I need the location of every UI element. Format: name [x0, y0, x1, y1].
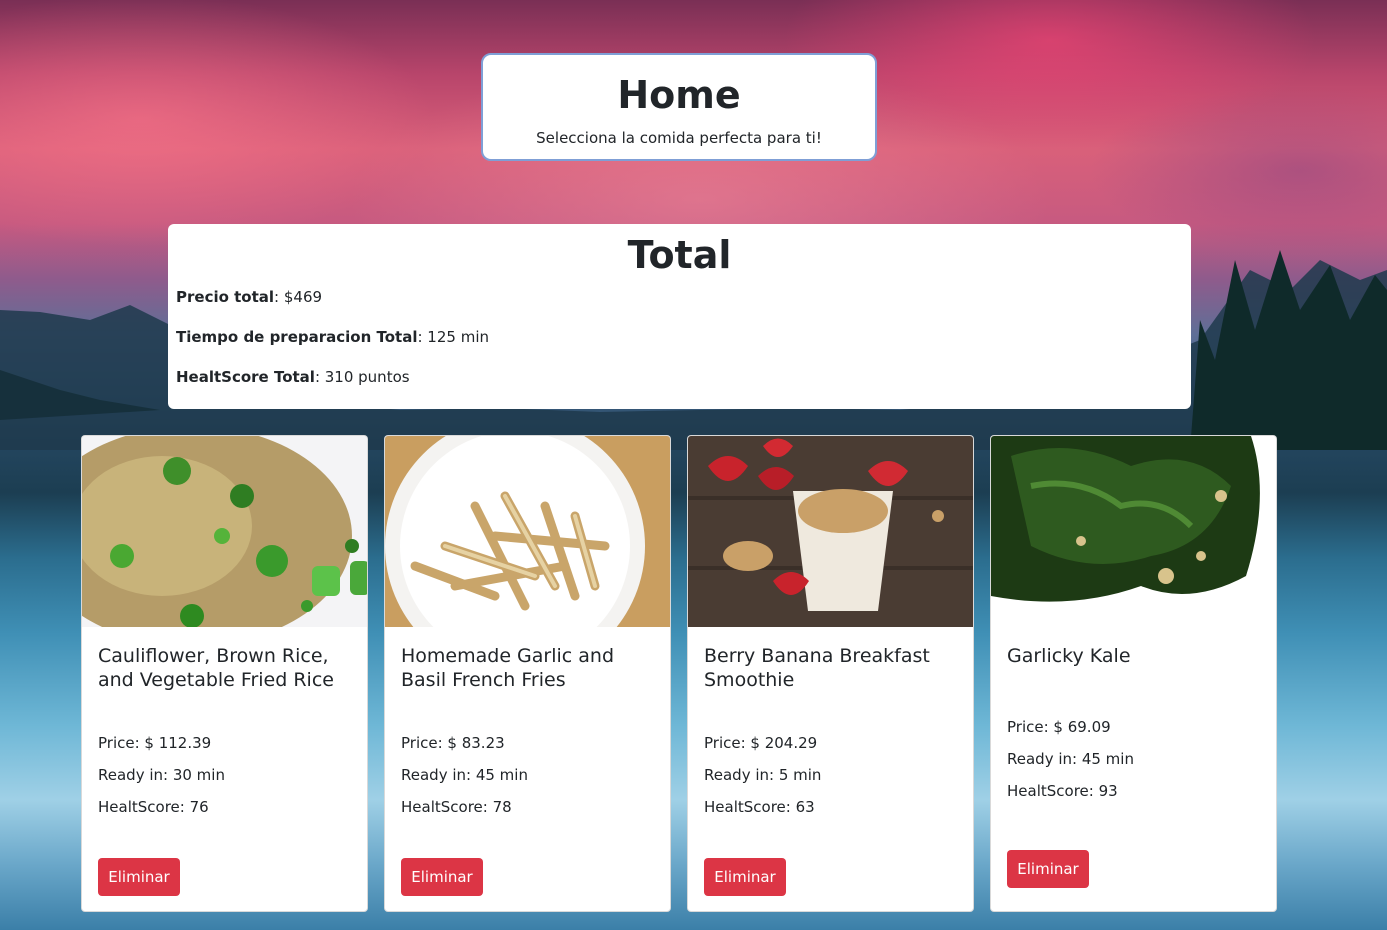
recipe-healthscore: HealtScore: 63 [704, 798, 815, 816]
total-health-line: HealtScore Total: 310 puntos [176, 368, 410, 386]
recipe-ready-time: Ready in: 45 min [1007, 750, 1134, 768]
recipe-title: Cauliflower, Brown Rice, and Vegetable F… [98, 645, 334, 691]
total-heading: Total [627, 233, 732, 277]
recipe-card: Berry Banana Breakfast Smoothie Price: $… [687, 435, 974, 912]
total-time-label: Tiempo de preparacion Total [176, 328, 418, 346]
recipe-price: Price: $ 69.09 [1007, 718, 1111, 736]
kale-photo [991, 436, 1276, 627]
recipe-price: Price: $ 204.29 [704, 734, 818, 752]
recipe-card: Homemade Garlic and Basil French Fries P… [384, 435, 671, 912]
total-summary-card: Total Precio total: $469 Tiempo de prepa… [168, 224, 1191, 409]
eliminar-button[interactable]: Eliminar [704, 858, 786, 896]
total-price-label: Precio total [176, 288, 275, 306]
total-health-label: HealtScore Total [176, 368, 315, 386]
eliminar-button[interactable]: Eliminar [401, 858, 483, 896]
smoothie-photo [688, 436, 973, 627]
recipe-price: Price: $ 83.23 [401, 734, 505, 752]
total-health-value: : 310 puntos [314, 368, 410, 386]
recipe-healthscore: HealtScore: 76 [98, 798, 209, 816]
page-subtitle: Selecciona la comida perfecta para ti! [536, 129, 822, 147]
eliminar-button[interactable]: Eliminar [98, 858, 180, 896]
total-price-line: Precio total: $469 [176, 288, 322, 306]
recipe-ready-time: Ready in: 45 min [401, 766, 528, 784]
recipe-price: Price: $ 112.39 [98, 734, 212, 752]
recipe-title: Garlicky Kale [1007, 645, 1131, 667]
recipe-healthscore: HealtScore: 78 [401, 798, 512, 816]
recipe-card: Cauliflower, Brown Rice, and Vegetable F… [81, 435, 368, 912]
recipe-card: Garlicky Kale Price: $ 69.09 Ready in: 4… [990, 435, 1277, 912]
recipe-ready-time: Ready in: 30 min [98, 766, 225, 784]
total-price-value: : $469 [274, 288, 323, 306]
total-time-value: : 125 min [417, 328, 489, 346]
recipe-ready-time: Ready in: 5 min [704, 766, 822, 784]
total-time-line: Tiempo de preparacion Total: 125 min [176, 328, 489, 346]
recipe-title: Homemade Garlic and Basil French Fries [401, 645, 615, 691]
eliminar-button[interactable]: Eliminar [1007, 850, 1089, 888]
home-header-card: Home Selecciona la comida perfecta para … [481, 53, 877, 161]
fried-rice-photo [82, 436, 367, 627]
page-title: Home [617, 73, 741, 117]
recipe-title: Berry Banana Breakfast Smoothie [704, 645, 930, 691]
french-fries-photo [385, 436, 670, 627]
recipe-healthscore: HealtScore: 93 [1007, 782, 1118, 800]
